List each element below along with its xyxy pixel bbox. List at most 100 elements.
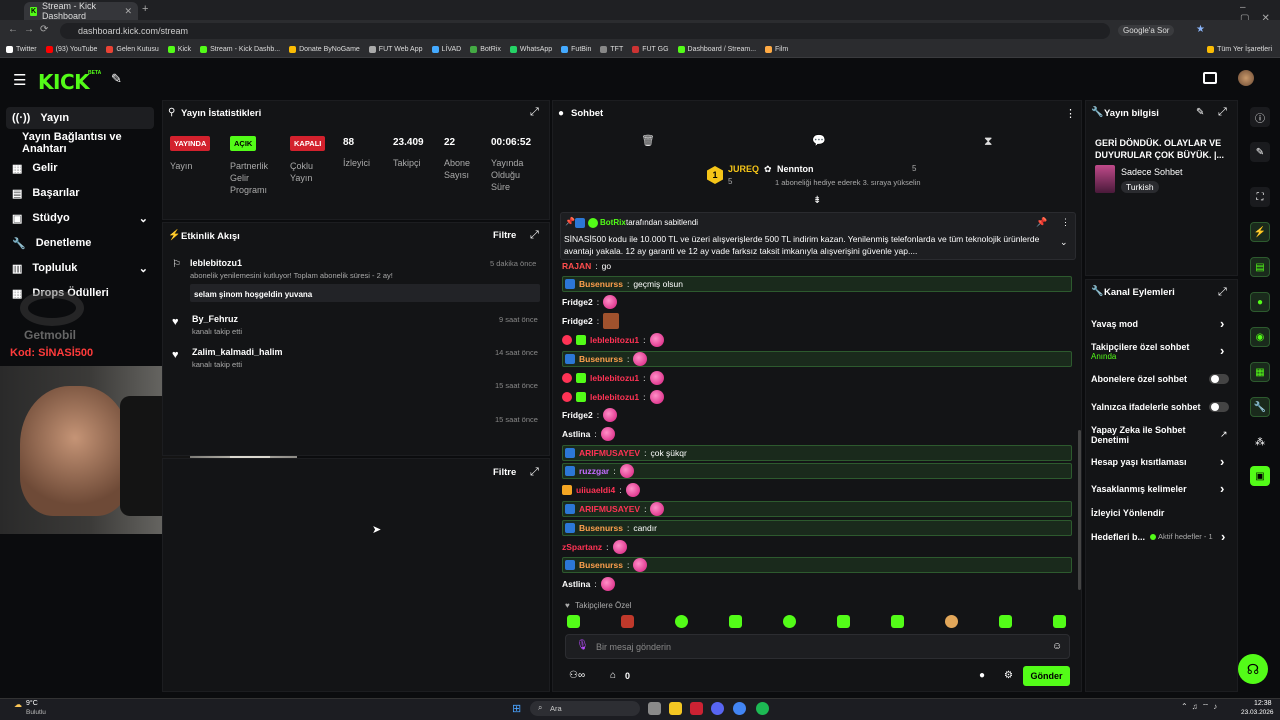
popout-icon[interactable]: ⤢ xyxy=(530,229,539,242)
chevron-right-icon[interactable]: › xyxy=(1220,481,1224,496)
send-button[interactable]: Gönder xyxy=(1023,666,1070,686)
chat-input[interactable]: 🎙 Bir mesaj gönderin ☺ xyxy=(565,634,1070,659)
emote-icon[interactable] xyxy=(621,615,634,628)
chrome-icon[interactable] xyxy=(733,702,746,715)
sidebar-item-achievements[interactable]: ▤ Başarılar xyxy=(6,182,154,204)
mic-icon[interactable]: 🎙 xyxy=(576,640,589,651)
bookmark[interactable]: Donate ByNoGame xyxy=(289,46,360,53)
task-view-icon[interactable] xyxy=(648,702,661,715)
popout-icon[interactable]: ⤢ xyxy=(1218,286,1227,299)
bookmark[interactable]: Dashboard / Stream... xyxy=(677,46,756,53)
all-bookmarks[interactable]: Tüm Yer İşaretleri xyxy=(1207,46,1280,53)
emote-icon[interactable] xyxy=(567,615,580,628)
more-options-icon[interactable]: ⋮ xyxy=(1061,217,1070,228)
sidebar-item-community[interactable]: ▥ Topluluk ⌄ xyxy=(6,257,154,279)
edit-icon[interactable]: ✎ xyxy=(1250,142,1270,162)
bookmark[interactable]: Stream - Kick Dashb... xyxy=(200,46,280,53)
bookmark[interactable]: TFT xyxy=(600,46,623,53)
popout-icon[interactable]: ⤢ xyxy=(530,466,539,479)
support-icon[interactable]: ☊ xyxy=(1238,654,1268,684)
sidebar-item-stream[interactable]: ((·)) Yayın xyxy=(6,107,154,129)
filter-button[interactable]: Filtre xyxy=(493,230,516,241)
chat-bubble-icon[interactable]: ● xyxy=(979,670,985,681)
game-icon[interactable]: ▣ xyxy=(1250,466,1270,486)
windows-start-icon[interactable]: ⊞ xyxy=(512,702,521,715)
discord-icon[interactable] xyxy=(711,702,724,715)
event-user[interactable]: Zalim_kalmadi_halim xyxy=(192,347,283,357)
popout-icon[interactable]: ⤢ xyxy=(1218,106,1227,119)
wrench-icon[interactable]: 🔧 xyxy=(1250,397,1270,417)
ai-moderation-label[interactable]: Yapay Zeka ile Sohbet Denetimi xyxy=(1091,425,1201,445)
chevron-right-icon[interactable]: › xyxy=(1220,343,1224,358)
hourglass-icon[interactable]: ⧗ xyxy=(984,134,992,149)
app-icon[interactable] xyxy=(690,702,703,715)
emote-icon[interactable] xyxy=(945,615,958,628)
chevron-down-icon[interactable]: ⌄ xyxy=(1060,237,1068,248)
gear-icon[interactable]: ⚙ xyxy=(1004,670,1013,681)
url-field[interactable]: dashboard.kick.com/stream xyxy=(60,23,1110,39)
subs-only-toggle[interactable] xyxy=(1209,374,1229,384)
hamburger-menu-icon[interactable]: ☰ xyxy=(13,71,26,89)
emoji-icon[interactable]: ☺ xyxy=(1052,641,1062,652)
sidebar-item-moderation[interactable]: 🔧 Denetleme xyxy=(6,232,154,254)
pinned-by[interactable]: BotRix xyxy=(600,218,626,227)
emote-only-toggle[interactable] xyxy=(1209,402,1229,412)
spotify-icon[interactable] xyxy=(756,702,769,715)
notes-icon[interactable]: ▤ xyxy=(1250,257,1270,277)
system-tray-icons[interactable]: ⌃♫⌔♪ xyxy=(1181,702,1221,712)
community-icon[interactable]: ⁂ xyxy=(1250,432,1270,452)
banned-words-label[interactable]: Yasaklanmış kelimeler xyxy=(1091,484,1187,494)
sidebar-item-stream-key[interactable]: Yayın Bağlantısı ve Anahtarı xyxy=(6,131,154,155)
bookmark[interactable]: FUT GG xyxy=(632,46,669,53)
sidebar-item-studio[interactable]: ▣ Stüdyo ⌄ xyxy=(6,207,154,229)
followers-only-chat-label[interactable]: Takipçilere özel sohbet xyxy=(1091,342,1201,352)
browser-tab[interactable]: K Stream - Kick Dashboard ✕ xyxy=(24,1,138,21)
more-options-icon[interactable]: ⋮ xyxy=(1065,107,1076,120)
lightning-icon[interactable]: ⚡ xyxy=(1250,222,1270,242)
event-user[interactable]: By_Fehruz xyxy=(192,314,238,324)
popout-icon[interactable]: ⤢ xyxy=(530,106,539,119)
multiview-icon[interactable] xyxy=(1203,72,1217,84)
weather-temp[interactable]: 9°C xyxy=(26,700,38,707)
nav-arrows-icon[interactable]: ←→⟳ xyxy=(8,24,54,35)
raid-label[interactable]: İzleyici Yönlendir xyxy=(1091,508,1164,518)
expand-icon[interactable]: ⇟ xyxy=(813,195,821,206)
avatar[interactable] xyxy=(1238,70,1254,86)
edit-icon[interactable]: ✎ xyxy=(1196,107,1204,118)
trash-icon[interactable]: 🗑 xyxy=(641,134,655,147)
gift-box-icon[interactable]: ⌂ xyxy=(610,670,616,681)
bookmark[interactable]: Gelen Kutusu xyxy=(106,46,159,53)
layout-icon[interactable]: ▦ xyxy=(1250,362,1270,382)
new-tab-icon[interactable]: + xyxy=(142,3,148,15)
bookmark[interactable]: Kick xyxy=(167,46,191,53)
emote-icon[interactable] xyxy=(675,615,688,628)
unpin-icon[interactable]: 📌 xyxy=(1036,217,1047,228)
kick-logo[interactable]: KICK xyxy=(38,70,90,94)
chevron-right-icon[interactable]: › xyxy=(1220,454,1224,469)
external-link-icon[interactable]: ↗ xyxy=(1220,429,1228,440)
account-age-label[interactable]: Hesap yaşı kısıtlaması xyxy=(1091,457,1187,467)
file-explorer-icon[interactable] xyxy=(669,702,682,715)
search-bar[interactable]: ⌕ Ara xyxy=(530,701,640,716)
fullscreen-icon[interactable]: ⛶ xyxy=(1250,187,1270,207)
bookmark[interactable]: FutBin xyxy=(561,46,591,53)
bookmark-star-icon[interactable]: ★ xyxy=(1196,24,1205,35)
bookmark[interactable]: Twitter xyxy=(6,46,37,53)
bookmark[interactable]: BotRix xyxy=(470,46,501,53)
emote-icon[interactable] xyxy=(729,615,742,628)
filter-button[interactable]: Filtre xyxy=(493,467,516,478)
info-icon[interactable]: ⓘ xyxy=(1250,107,1270,127)
bookmark[interactable]: (93) YouTube xyxy=(45,46,97,53)
emote-icon[interactable] xyxy=(891,615,904,628)
top-gifter-name[interactable]: JUREQ xyxy=(728,164,759,174)
chevron-right-icon[interactable]: › xyxy=(1220,316,1224,331)
sidebar-item-revenue[interactable]: ▦ Gelir xyxy=(6,157,154,179)
bookmark[interactable]: LİVAD xyxy=(431,46,461,53)
emote-icon[interactable] xyxy=(999,615,1012,628)
emote-icon[interactable] xyxy=(837,615,850,628)
chat-bubble-icon[interactable]: 💬 xyxy=(812,134,826,147)
slow-mode-label[interactable]: Yavaş mod xyxy=(1091,319,1138,329)
chat-icon[interactable]: ● xyxy=(1250,292,1270,312)
event-user[interactable]: leblebitozu1 xyxy=(190,258,242,268)
close-tab-icon[interactable]: ✕ xyxy=(124,6,132,17)
